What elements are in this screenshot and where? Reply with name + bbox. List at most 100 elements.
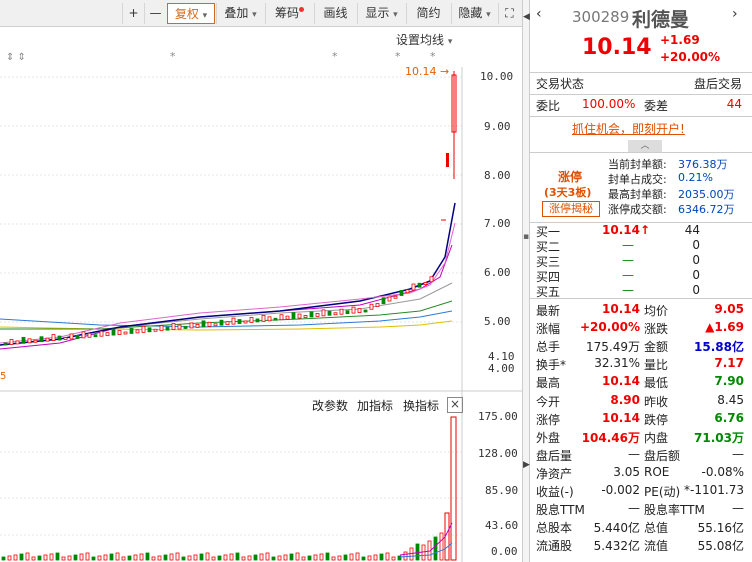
diejia-dropdown[interactable]: 叠加 ▾	[216, 3, 264, 24]
weibi-label: 委比	[536, 99, 561, 113]
close-indicator-icon[interactable]: ×	[447, 397, 463, 413]
y-tick-label: 8.00	[484, 169, 511, 182]
collapse-icon[interactable]: ︿	[628, 140, 662, 152]
volume-bar	[283, 554, 288, 561]
weibi-value: 100.00%	[582, 97, 636, 111]
divider	[530, 72, 752, 73]
volume-bar	[349, 553, 354, 561]
chouma-button[interactable]: 筹码	[265, 3, 313, 24]
volume-bar	[343, 554, 348, 561]
switch-indicator-button[interactable]: 换指标	[403, 397, 439, 414]
volume-bar	[391, 556, 396, 561]
scroll-handle-icon[interactable]: ▪	[523, 232, 529, 242]
candle	[69, 333, 74, 340]
stat-label: 涨跌	[644, 322, 669, 337]
candle	[357, 308, 362, 313]
vol-tick-label: 85.90	[485, 484, 519, 497]
zoom-in-button[interactable]: +	[122, 3, 144, 24]
y-tick-label: 6.00	[484, 266, 511, 279]
stat-label: 股息TTM	[536, 503, 585, 518]
candle	[339, 308, 344, 315]
huaxian-button[interactable]: 画线	[314, 3, 356, 24]
stat-label: 总股本	[536, 521, 573, 536]
candle	[315, 312, 320, 317]
fuquan-dropdown[interactable]: 复权 ▾	[167, 3, 215, 24]
candle	[21, 336, 26, 344]
event-marker: ⇕ ⇕	[6, 52, 26, 63]
stat-value: 71.03万	[694, 430, 744, 445]
stat-label: PE(动)	[644, 485, 681, 499]
vol-tick-label: 43.60	[485, 519, 519, 532]
yincang-dropdown[interactable]: 隐藏 ▾	[451, 3, 497, 24]
stat-value: 7.17	[714, 356, 744, 371]
stat-value: 10.14	[602, 302, 640, 316]
volume-bar	[325, 552, 330, 561]
volume-bar	[319, 553, 324, 561]
candle	[297, 313, 302, 319]
volume-bar	[169, 553, 174, 561]
chevron-right-icon[interactable]: ▶	[523, 460, 530, 470]
quote-panel: ‹ 300289 利德曼 › 10.14 +1.69 +20.00% 交易状态 …	[530, 0, 752, 562]
stat-value: 8.90	[610, 392, 640, 407]
open-account-link[interactable]: 抓住机会，即刻开户!	[572, 120, 685, 137]
change-params-button[interactable]: 改参数	[312, 397, 348, 414]
volume-bar	[55, 552, 60, 561]
candle	[189, 322, 194, 329]
chevron-left-icon[interactable]: ◀	[523, 12, 530, 22]
candle	[351, 306, 356, 314]
notification-dot-icon	[299, 7, 304, 12]
bid-label: 买五	[536, 285, 561, 299]
volume-bar	[127, 555, 132, 561]
divider	[530, 116, 752, 117]
zoom-out-button[interactable]: —	[144, 3, 166, 24]
volume-bar	[361, 556, 366, 561]
candle	[201, 320, 206, 328]
candle	[249, 317, 254, 323]
forward-icon[interactable]: ›	[732, 6, 738, 22]
candle	[423, 282, 428, 285]
stat-value: -0.002	[601, 483, 640, 497]
jianyue-button[interactable]: 简约	[406, 3, 450, 24]
candle	[363, 309, 368, 313]
stat-value: 6.76	[714, 410, 744, 425]
stat-label: 今开	[536, 394, 561, 409]
y-tick-label: 7.00	[484, 217, 511, 230]
volume-bar	[49, 553, 54, 561]
limit-up-reveal-button[interactable]: 涨停揭秘	[542, 201, 600, 217]
volume-bar	[289, 553, 294, 561]
candle	[393, 295, 398, 299]
candle	[183, 326, 188, 329]
bid-price: —	[622, 283, 634, 297]
candle	[15, 340, 20, 345]
volume-bar	[271, 556, 276, 561]
back-icon[interactable]: ‹	[536, 6, 542, 22]
volume-bar	[19, 553, 24, 561]
stat-label: 外盘	[536, 430, 561, 445]
stat-value: -0.08%	[701, 464, 744, 479]
add-indicator-button[interactable]: 加指标	[357, 397, 393, 414]
stat-label: 涨停	[536, 412, 561, 427]
panel-splitter[interactable]: ◀ ▪ ▶	[522, 0, 530, 562]
current-price: 10.14	[582, 35, 652, 60]
candle	[153, 328, 158, 332]
volume-bar	[37, 555, 42, 561]
candle	[213, 323, 218, 327]
stat-label: 金额	[644, 340, 669, 355]
xianshi-dropdown[interactable]: 显示 ▾	[357, 3, 405, 24]
volume-bar	[25, 552, 30, 561]
volume-bar	[307, 555, 312, 561]
fullscreen-icon[interactable]: ⛶	[498, 3, 520, 24]
volume-bar	[337, 555, 342, 561]
volume-bar	[133, 554, 138, 561]
stat-value: —	[732, 446, 744, 461]
candle	[369, 303, 374, 310]
candle	[159, 325, 164, 332]
seal-label: 当前封单额:	[608, 158, 667, 171]
candle	[219, 319, 224, 326]
volume-bars	[1, 532, 444, 561]
candle	[129, 328, 134, 334]
volume-bar	[277, 555, 282, 561]
stat-label: ROE	[644, 464, 670, 479]
volume-bar	[145, 552, 150, 561]
candle	[231, 317, 236, 325]
